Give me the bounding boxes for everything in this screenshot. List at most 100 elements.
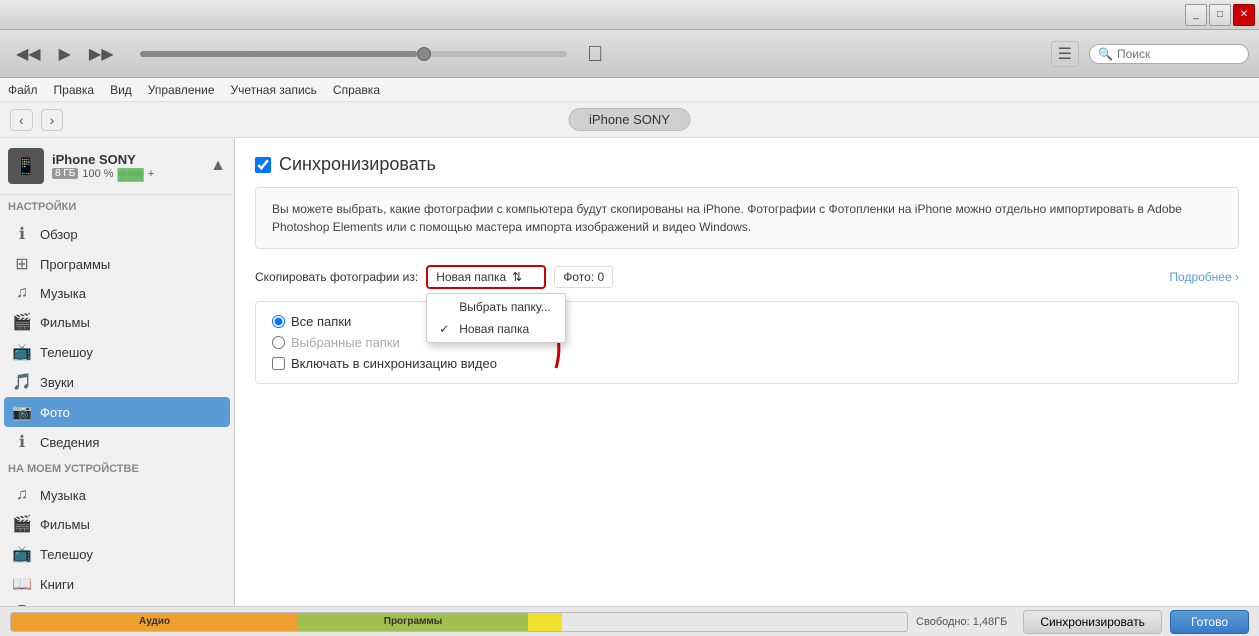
search-icon: 🔍 [1098,47,1113,61]
sidebar-item-info[interactable]: ℹ Сведения [4,427,230,457]
audiobooks-icon: 🎧 [12,604,32,606]
storage-badge: 8 ГБ [52,168,78,179]
sounds-icon: 🎵 [12,372,32,392]
search-input[interactable] [1117,47,1237,61]
storage-bars: Аудио Программы [10,612,908,632]
sidebar-item-overview[interactable]: ℹ Обзор [4,219,230,249]
sidebar-item-sounds[interactable]: 🎵 Звуки [4,367,230,397]
yellow-segment [528,613,562,631]
next-button[interactable]: ▶▶ [83,40,120,68]
menu-manage[interactable]: Управление [148,83,215,97]
window-controls: _ □ ✕ [1185,4,1255,26]
close-button[interactable]: ✕ [1233,4,1255,26]
photo-icon: 📷 [12,402,32,422]
dropdown-item-newfolder[interactable]: ✓ Новая папка [427,318,565,340]
device-storage: 8 ГБ 100 % ▓▓▓ + [52,167,202,181]
eject-button[interactable]: ▲ [210,157,226,175]
sidebar-item-music2[interactable]: ♫ Музыка [4,481,230,509]
sidebar-label-info: Сведения [40,435,99,450]
tvshow-icon: 📺 [12,342,32,362]
title-bar: _ □ ✕ [0,0,1259,30]
sidebar-item-films2[interactable]: 🎬 Фильмы [4,509,230,539]
phone-icon: 📱 [15,156,37,177]
more-arrow-icon: › [1235,270,1239,284]
settings-header: Настройки [0,195,234,219]
dropdown-value: Новая папка [436,270,506,284]
sidebar-label-tvshow2: Телешоу [40,547,93,562]
sidebar-item-audiobooks[interactable]: 🎧 Аудиокниги [4,599,230,606]
menu-edit[interactable]: Правка [54,83,95,97]
dropdown-menu: Выбрать папку... ✓ Новая папка [426,293,566,343]
sidebar-item-tvshow[interactable]: 📺 Телешоу [4,337,230,367]
free-segment [562,613,907,631]
selected-folders-row: Выбранные папки [272,335,1222,350]
sidebar-label-programs: Программы [40,257,110,272]
menu-view[interactable]: Вид [110,83,132,97]
charge-icon: + [148,168,154,180]
content-area: Синхронизировать Вы можете выбрать, каки… [235,138,1259,606]
back-button[interactable]: ‹ [10,109,33,131]
sidebar-item-tvshow2[interactable]: 📺 Телешоу [4,539,230,569]
maximize-button[interactable]: □ [1209,4,1231,26]
sidebar-label-books: Книги [40,577,74,592]
progress-bar[interactable] [140,51,567,57]
sidebar: 📱 iPhone SONY 8 ГБ 100 % ▓▓▓ + ▲ Настрой… [0,138,235,606]
menu-account[interactable]: Учетная запись [231,83,317,97]
folder-dropdown[interactable]: Новая папка ⇅ [426,265,546,289]
content-inner: Синхронизировать Вы можете выбрать, каки… [235,138,1259,400]
all-folders-label: Все папки [291,314,351,329]
menu-help[interactable]: Справка [333,83,380,97]
more-link[interactable]: Подробнее › [1169,270,1239,284]
list-view-button[interactable]: ☰ [1051,41,1079,67]
video-sync-checkbox[interactable] [272,357,285,370]
sidebar-label-photo: Фото [40,405,70,420]
audio-label: Аудио [139,616,170,627]
sidebar-item-books[interactable]: 📖 Книги [4,569,230,599]
programs-icon: ⊞ [12,254,32,274]
video-sync-row: Включать в синхронизацию видео [272,356,1222,371]
forward-button[interactable]: › [41,109,64,131]
audio-segment: Аудио [11,613,298,631]
music2-icon: ♫ [12,486,32,504]
sidebar-label-films: Фильмы [40,315,90,330]
toolbar: ◀◀ ▶ ▶▶  ☰ 🔍 [0,30,1259,78]
progress-thumb [417,47,431,61]
sidebar-item-films[interactable]: 🎬 Фильмы [4,307,230,337]
sync-title: Синхронизировать [279,154,436,175]
dropdown-item-choose[interactable]: Выбрать папку... [427,296,565,318]
sidebar-label-music2: Музыка [40,488,86,503]
menu-bar: Файл Правка Вид Управление Учетная запис… [0,78,1259,102]
sidebar-item-music[interactable]: ♫ Музыка [4,279,230,307]
search-box[interactable]: 🔍 [1089,44,1249,64]
copy-row: Скопировать фотографии из: Новая папка ⇅… [255,265,1239,289]
device-info: iPhone SONY 8 ГБ 100 % ▓▓▓ + [52,152,202,181]
prev-button[interactable]: ◀◀ [10,40,47,68]
status-bar: Аудио Программы Свободно: 1,48ГБ Синхрон… [0,606,1259,636]
overview-icon: ℹ [12,224,32,244]
sidebar-item-programs[interactable]: ⊞ Программы [4,249,230,279]
sync-button[interactable]: Синхронизировать [1023,610,1162,634]
minimize-button[interactable]: _ [1185,4,1207,26]
programs-segment: Программы [298,613,528,631]
apple-logo-icon:  [587,41,604,67]
dropdown-wrapper: Новая папка ⇅ Выбрать папку... ✓ Новая п… [426,265,546,289]
sync-header: Синхронизировать [255,154,1239,175]
copy-label: Скопировать фотографии из: [255,270,418,284]
device-icon: 📱 [8,148,44,184]
sidebar-label-films2: Фильмы [40,517,90,532]
all-folders-radio[interactable] [272,315,285,328]
device-header: На моем устройстве [0,457,234,481]
play-button[interactable]: ▶ [53,40,77,68]
sync-checkbox[interactable] [255,157,271,173]
done-button[interactable]: Готово [1170,610,1249,634]
dropdown-item-newfolder-label: Новая папка [459,322,529,336]
selected-folders-radio[interactable] [272,336,285,349]
device-name: iPhone SONY [52,152,202,167]
info-icon: ℹ [12,432,32,452]
nav-bar: ‹ › iPhone SONY [0,102,1259,138]
music-icon: ♫ [12,284,32,302]
check-active-icon: ✓ [439,322,453,336]
sidebar-item-photo[interactable]: 📷 Фото [4,397,230,427]
menu-file[interactable]: Файл [8,83,38,97]
battery-icon: ▓▓▓ [118,167,144,181]
